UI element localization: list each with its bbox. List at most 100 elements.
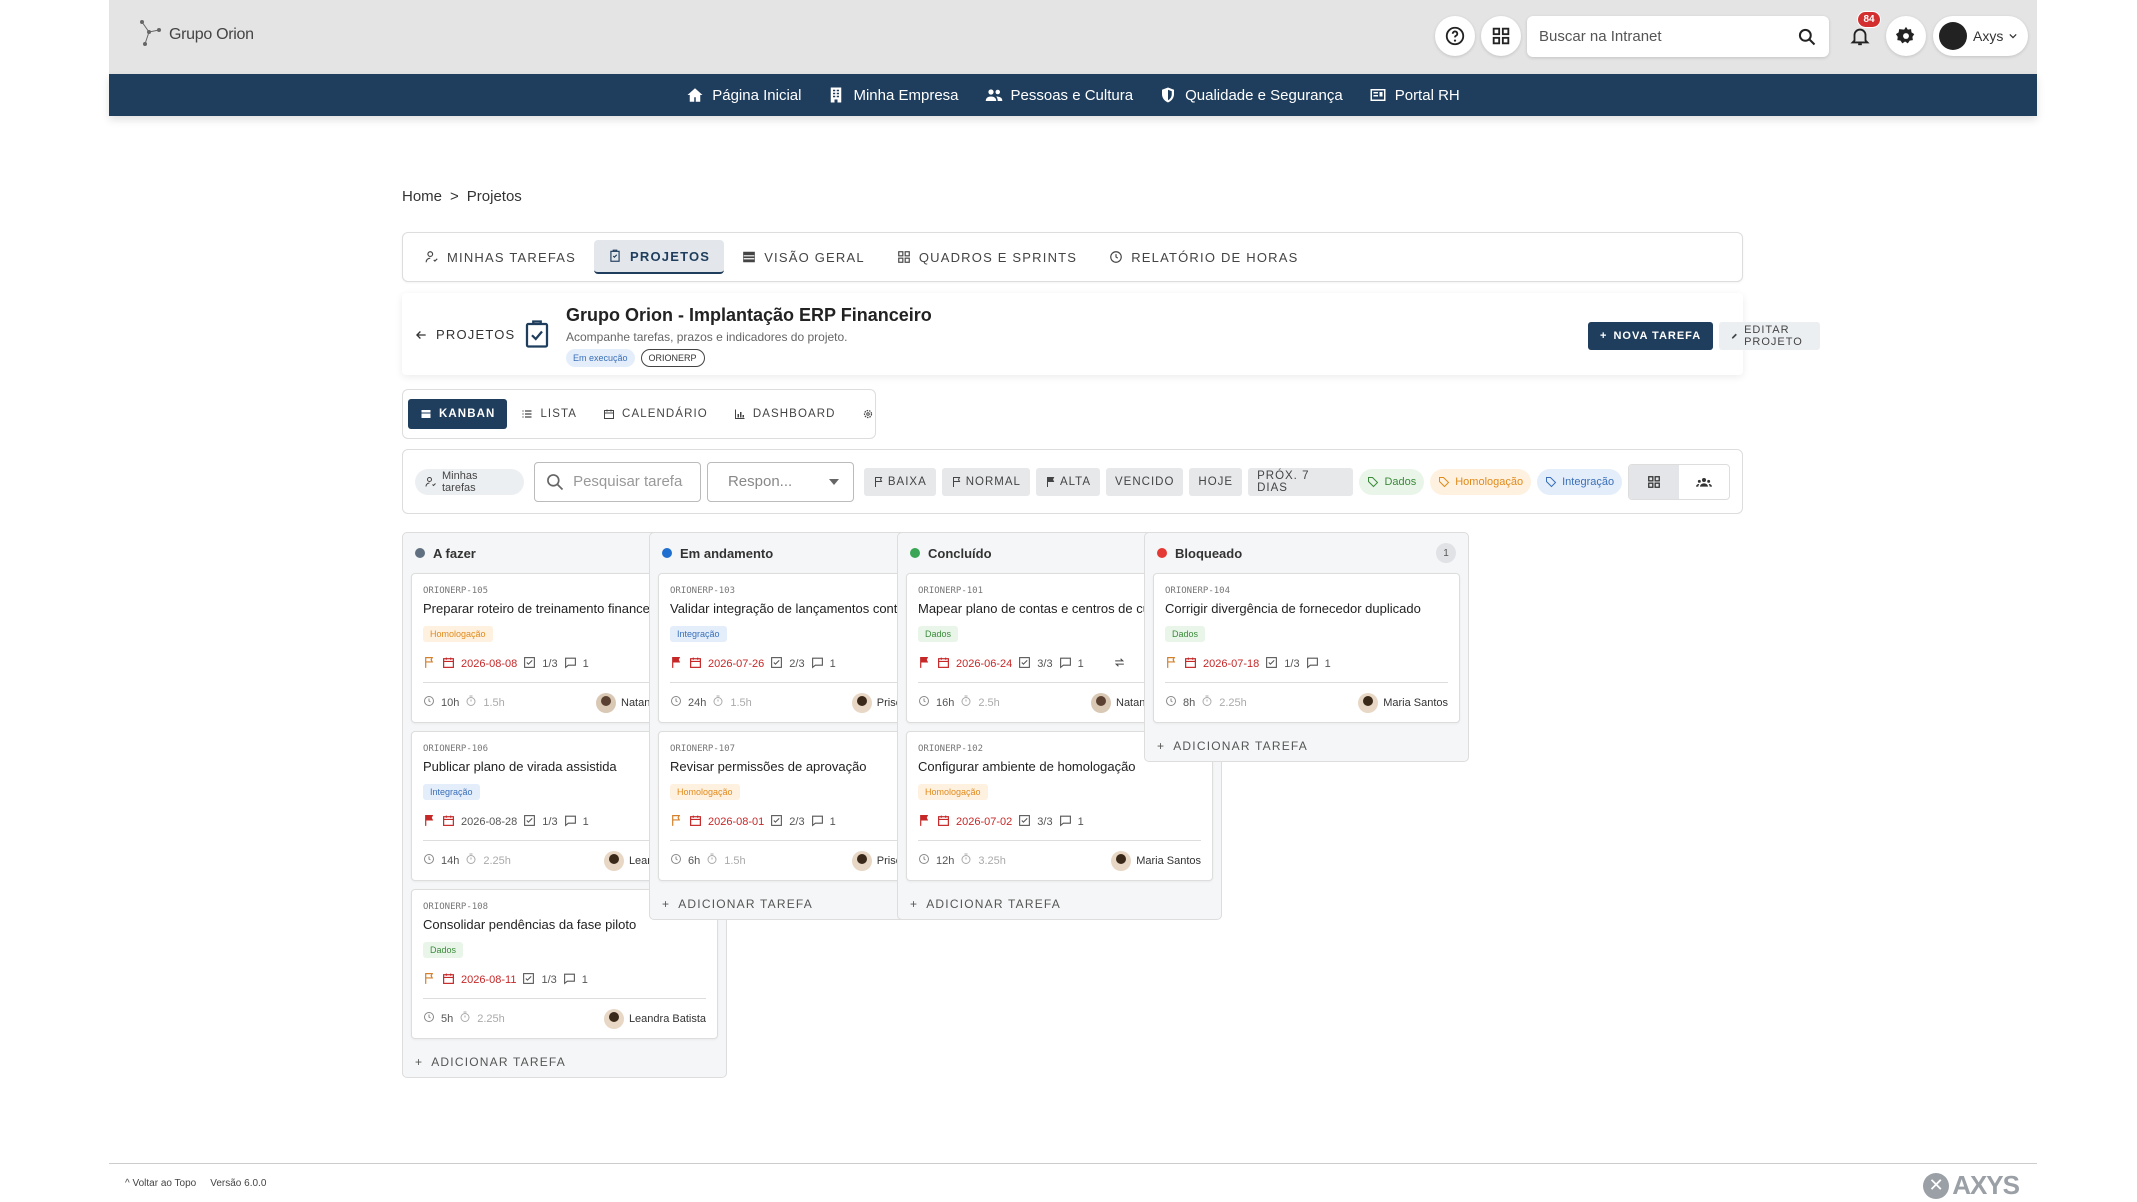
nav-item-qualidade-e-seguranca[interactable]: Qualidade e Segurança: [1159, 86, 1343, 104]
priority-normal-filter[interactable]: NORMAL: [941, 467, 1030, 496]
task-code: ORIONERP-107: [670, 744, 736, 754]
task-search-input[interactable]: [573, 473, 684, 490]
tab-minhas-tarefas[interactable]: Minhas Tarefas: [411, 240, 590, 274]
assignee[interactable]: Maria Santos: [1358, 692, 1448, 713]
settings-button[interactable]: [1886, 16, 1926, 56]
checklist-icon: [523, 656, 536, 672]
view-kanban[interactable]: KANBAN: [408, 399, 508, 429]
responsible-select[interactable]: Respon...: [706, 461, 854, 502]
bar-chart-icon: [734, 409, 745, 419]
help-button[interactable]: [1435, 16, 1475, 56]
add-task-button[interactable]: + ADICIONAR TAREFA: [403, 1047, 726, 1077]
due-date: 2026-07-02: [956, 816, 1013, 828]
tag-icon: [1546, 476, 1557, 487]
tab-projetos[interactable]: Projetos: [594, 240, 725, 274]
nav-item-label: Portal RH: [1394, 86, 1460, 104]
logged-hours: 12h: [936, 854, 955, 867]
comment-icon: [811, 814, 824, 830]
breadcrumb-current: Projetos: [466, 188, 522, 205]
intranet-search[interactable]: [1527, 16, 1829, 57]
view-dashboard[interactable]: DASHBOARD: [722, 399, 848, 429]
avatar: [603, 1008, 624, 1029]
task-meta: 2026-08-08 1/3 1: [423, 656, 589, 672]
assignee-name: Leandra Batista: [628, 1012, 706, 1025]
tag-label: Integração: [1562, 475, 1615, 488]
timer-icon: [712, 695, 724, 710]
estimated-hours: 2.25h: [483, 854, 511, 867]
back-to-top-link[interactable]: ^ Voltar ao Topo: [125, 1178, 196, 1189]
filter-label: ALTA: [1059, 475, 1092, 488]
assignee[interactable]: Maria Santos: [1111, 850, 1201, 871]
task-meta: 2026-07-26 2/3 1: [670, 656, 836, 672]
avatar: [596, 692, 616, 713]
nav-item-pagina-inicial[interactable]: Página Inicial: [686, 86, 801, 104]
assignee-name: Maria Santos: [1136, 854, 1201, 867]
tab-visao-geral[interactable]: Visão Geral: [728, 240, 879, 274]
nav-item-minha-empresa[interactable]: Minha Empresa: [827, 86, 959, 104]
my-tasks-label: Minhas tarefas: [441, 469, 478, 494]
view-settings-button[interactable]: [850, 399, 886, 429]
clock-icon: [918, 695, 930, 710]
view-lista[interactable]: LISTA: [509, 399, 589, 429]
new-task-button[interactable]: + NOVA TAREFA: [1588, 322, 1714, 350]
view-switcher: KANBAN LISTA CALENDÁRIO DASHBOARD: [402, 389, 876, 439]
due-date: 2026-08-11: [461, 974, 517, 986]
chevron-down-icon: [2009, 33, 2017, 39]
task-search[interactable]: [534, 461, 701, 502]
tag-filter-integracao[interactable]: Integração: [1537, 468, 1623, 495]
back-to-projects-button[interactable]: PROJETOS: [414, 327, 515, 342]
comment-icon: [1059, 814, 1072, 830]
people-icon: [985, 89, 1002, 101]
tab-relatorio-de-horas[interactable]: Relatório de Horas: [1095, 240, 1312, 274]
nav-item-pessoas-e-cultura[interactable]: Pessoas e Cultura: [985, 86, 1133, 104]
nav-item-portal-rh[interactable]: Portal RH: [1369, 86, 1460, 104]
add-task-button[interactable]: + ADICIONAR TAREFA: [898, 889, 1221, 919]
group-by-person-button[interactable]: [1679, 465, 1729, 499]
task-card[interactable]: ORIONERP-104 Corrigir divergência de forn…: [1153, 573, 1460, 723]
tag-label: Homologação: [1455, 475, 1524, 488]
intranet-search-input[interactable]: [1539, 28, 1797, 45]
tag-filter-homologacao[interactable]: Homologação: [1430, 468, 1532, 495]
column-title: Em andamento: [680, 545, 774, 561]
tab-label: Relatório de Horas: [1131, 249, 1299, 265]
user-name: Axys: [1973, 28, 2004, 44]
nav-item-label: Minha Empresa: [853, 86, 959, 104]
move-icon[interactable]: [1113, 656, 1126, 674]
view-calendario[interactable]: CALENDÁRIO: [591, 399, 720, 429]
filter-label: NORMAL: [965, 475, 1021, 488]
flag-outline-icon: [952, 476, 961, 487]
filter-label: PRÓX. 7 DIAS: [1257, 469, 1310, 494]
breadcrumb-home[interactable]: Home: [402, 188, 442, 205]
grid-icon: [1648, 475, 1660, 488]
add-task-button[interactable]: + ADICIONAR TAREFA: [1145, 731, 1468, 761]
arrow-left-icon: [416, 330, 426, 339]
grid-layout-button[interactable]: [1629, 464, 1680, 499]
grupo-orion-logo[interactable]: Grupo Orion: [139, 20, 254, 50]
user-menu[interactable]: Axys: [1933, 16, 2028, 56]
next-7-days-filter[interactable]: PRÓX. 7 DIAS: [1248, 467, 1354, 496]
avatar: [1358, 692, 1379, 713]
tag-filter-dados[interactable]: Dados: [1359, 468, 1425, 495]
tab-quadros-e-sprints[interactable]: Quadros e Sprints: [883, 240, 1091, 274]
edit-project-button[interactable]: EDITAR PROJETO: [1719, 322, 1820, 350]
my-tasks-filter[interactable]: Minhas tarefas: [415, 468, 525, 495]
project-code-badge: ORIONERP: [640, 349, 705, 367]
priority-high-filter[interactable]: ALTA: [1035, 467, 1101, 496]
assignee[interactable]: Leandra Batista: [603, 1008, 706, 1029]
app-frame: Grupo Orion 84 Axys Página Inicial: [109, 0, 2037, 1202]
shield-icon: [1162, 87, 1175, 103]
search-icon[interactable]: [1797, 27, 1817, 47]
overdue-filter[interactable]: VENCIDO: [1106, 467, 1184, 496]
priority-low-filter[interactable]: BAIXA: [863, 467, 936, 496]
checklist-icon: [1018, 656, 1031, 672]
responsible-placeholder: Respon...: [727, 473, 793, 490]
grid-icon: [1492, 27, 1510, 45]
project-header: PROJETOS Grupo Orion - Implantação ERP F…: [402, 293, 1820, 375]
estimated-hours: 2.5h: [978, 696, 1000, 709]
breadcrumb: Home > Projetos: [402, 188, 522, 205]
today-filter[interactable]: HOJE: [1189, 467, 1243, 496]
clock-icon: [423, 853, 435, 868]
main-nav: Página Inicial Minha Empresa Pessoas e C…: [109, 74, 2037, 116]
apps-button[interactable]: [1481, 16, 1521, 56]
axys-brand: AXYS: [1952, 1170, 2020, 1200]
